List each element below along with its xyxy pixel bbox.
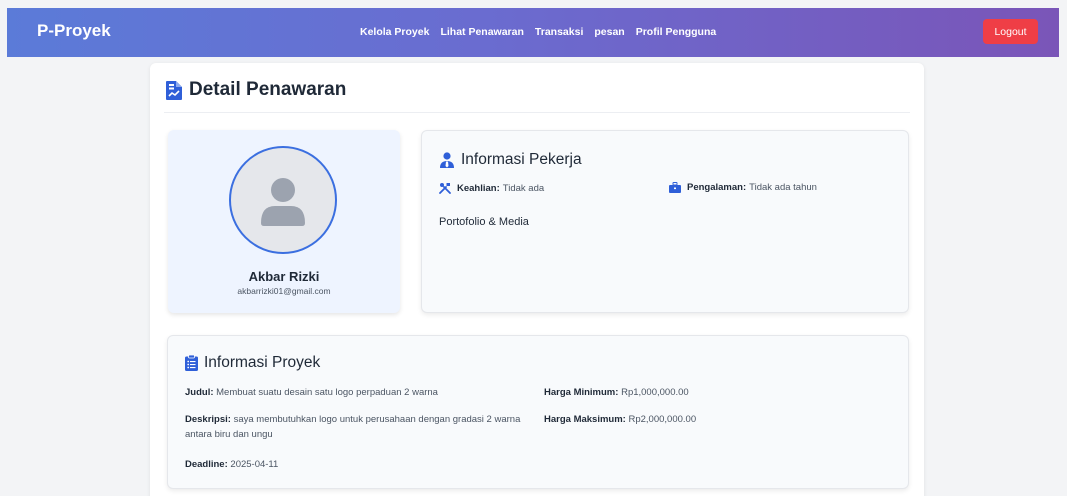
user-silhouette-icon: [261, 178, 305, 226]
experience-label: Pengalaman:: [687, 182, 747, 193]
document-chart-icon: [166, 80, 182, 100]
nav-link-profil-pengguna[interactable]: Profil Pengguna: [636, 26, 717, 38]
judul-label: Judul:: [185, 387, 214, 398]
worker-info-heading: Informasi Pekerja: [439, 151, 582, 169]
project-harga-maksimum: Harga Maksimum: Rp2,000,000.00: [544, 412, 696, 427]
project-info-card: Informasi Proyek Judul: Membuat suatu de…: [167, 335, 909, 489]
worker-email: akbarrizki01@gmail.com: [237, 286, 331, 296]
deadline-label: Deadline:: [185, 459, 228, 470]
nav-link-lihat-penawaran[interactable]: Lihat Penawaran: [440, 26, 523, 38]
tools-icon: [439, 182, 451, 194]
nav-link-transaksi[interactable]: Transaksi: [535, 26, 583, 38]
skills-label: Keahlian:: [457, 182, 500, 194]
harga-max-label: Harga Maksimum:: [544, 414, 626, 425]
harga-min-label: Harga Minimum:: [544, 387, 619, 398]
worker-info-card: Informasi Pekerja Keahlian: Tidak ada Pe…: [421, 130, 909, 313]
profile-card: Akbar Rizki akbarrizki01@gmail.com: [168, 130, 400, 313]
header-divider: [164, 112, 910, 113]
portfolio-heading: Portofolio & Media: [439, 216, 529, 228]
experience-value: Tidak ada tahun: [749, 182, 817, 193]
harga-max-value: Rp2,000,000.00: [628, 414, 697, 425]
judul-value: Membuat suatu desain satu logo perpaduan…: [216, 387, 438, 398]
page-header: Detail Penawaran: [166, 79, 346, 101]
nav-link-pesan[interactable]: pesan: [594, 26, 624, 38]
harga-min-value: Rp1,000,000.00: [621, 387, 689, 398]
project-judul: Judul: Membuat suatu desain satu logo pe…: [185, 385, 540, 400]
project-deskripsi: Deskripsi: saya membutuhkan logo untuk p…: [185, 412, 545, 442]
deskripsi-label: Deskripsi:: [185, 414, 231, 425]
worker-name: Akbar Rizki: [248, 269, 320, 284]
briefcase-icon: [669, 182, 681, 193]
worker-info-title: Informasi Pekerja: [461, 151, 582, 168]
project-harga-minimum: Harga Minimum: Rp1,000,000.00: [544, 385, 689, 400]
project-info-title: Informasi Proyek: [204, 354, 321, 371]
skills-row: Keahlian: Tidak ada: [439, 182, 544, 194]
top-navbar: P-Proyek Kelola Proyek Lihat Penawaran T…: [7, 8, 1059, 57]
experience-row: Pengalaman: Tidak ada tahun: [669, 182, 817, 193]
brand-logo[interactable]: P-Proyek: [37, 21, 111, 41]
project-deadline: Deadline: 2025-04-11: [185, 457, 278, 472]
logout-button[interactable]: Logout: [983, 19, 1038, 44]
nav-link-kelola-proyek[interactable]: Kelola Proyek: [360, 26, 429, 38]
deadline-value: 2025-04-11: [230, 459, 279, 470]
user-tie-icon: [439, 152, 455, 168]
page-title: Detail Penawaran: [189, 79, 347, 100]
detail-card: Detail Penawaran Akbar Rizki akbarrizki0…: [150, 63, 924, 496]
avatar: [229, 146, 337, 254]
project-info-heading: Informasi Proyek: [185, 354, 320, 372]
skills-value: Tidak ada: [502, 182, 545, 194]
clipboard-list-icon: [185, 355, 198, 371]
deskripsi-value: saya membutuhkan logo untuk perusahaan d…: [185, 414, 521, 440]
nav-links: Kelola Proyek Lihat Penawaran Transaksi …: [360, 26, 727, 38]
